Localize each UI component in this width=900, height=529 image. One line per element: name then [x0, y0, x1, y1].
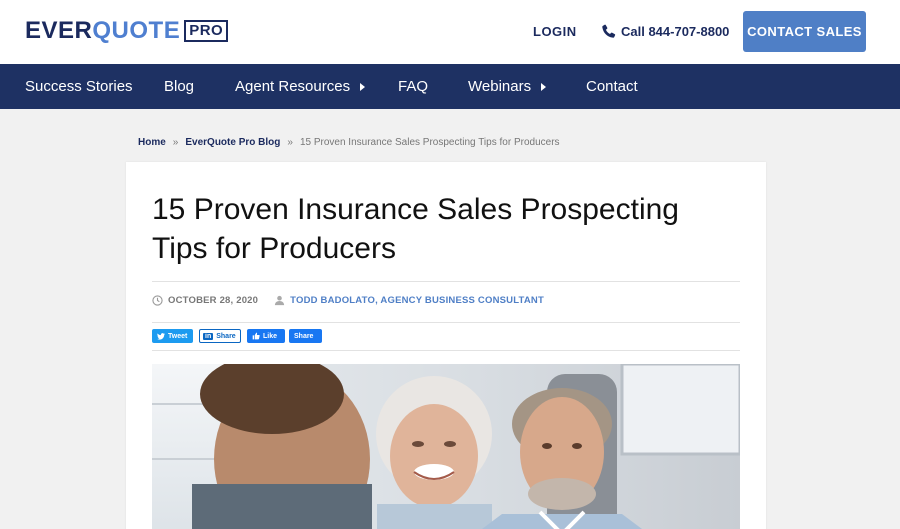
- linkedin-share-label: Share: [216, 332, 236, 340]
- logo-pro-badge: PRO: [184, 20, 229, 42]
- nav-item-blog[interactable]: Blog: [164, 64, 194, 109]
- linkedin-icon: in: [203, 332, 214, 340]
- breadcrumb: Home » EverQuote Pro Blog » 15 Proven In…: [138, 137, 560, 148]
- facebook-share-label: Share: [294, 332, 314, 340]
- user-icon: [275, 295, 285, 306]
- login-link[interactable]: LOGIN: [533, 24, 577, 39]
- article-hero-image: [152, 364, 740, 529]
- linkedin-share-button[interactable]: in Share: [199, 329, 241, 343]
- nav-label: Contact: [586, 78, 638, 95]
- caret-right-icon: [541, 82, 547, 91]
- nav-label: Webinars: [468, 78, 532, 95]
- nav-label: Agent Resources: [235, 78, 351, 95]
- nav-item-agent-resources[interactable]: Agent Resources: [235, 64, 366, 109]
- logo-text-ever: EVER: [25, 17, 93, 44]
- nav-label: Blog: [164, 78, 195, 95]
- divider: [152, 322, 740, 323]
- breadcrumb-separator: »: [287, 137, 293, 148]
- divider: [152, 281, 740, 282]
- facebook-share-button[interactable]: Share: [289, 329, 322, 343]
- hero-photo-people: [152, 364, 740, 529]
- article-author[interactable]: TODD BADOLATO, AGENCY BUSINESS CONSULTAN…: [290, 295, 544, 306]
- nav-item-webinars[interactable]: Webinars: [468, 64, 547, 109]
- main-nav: Success Stories Blog Agent Resources FAQ…: [0, 64, 900, 109]
- nav-item-contact[interactable]: Contact: [586, 64, 638, 109]
- article-card: 15 Proven Insurance Sales Prospecting Ti…: [126, 162, 766, 529]
- twitter-bird-icon: [157, 332, 165, 340]
- facebook-like-label: Like: [263, 332, 278, 340]
- divider: [152, 350, 740, 351]
- nav-item-success-stories[interactable]: Success Stories: [25, 64, 133, 109]
- tweet-button[interactable]: Tweet: [152, 329, 193, 343]
- breadcrumb-separator: »: [172, 137, 179, 148]
- phone-number: Call 844-707-8800: [621, 24, 730, 39]
- facebook-like-button[interactable]: Like: [247, 329, 285, 343]
- phone-icon: [602, 24, 616, 38]
- logo-text-quote: QUOTE: [92, 17, 181, 44]
- thumbs-up-icon: [252, 332, 260, 340]
- breadcrumb-home[interactable]: Home: [138, 137, 166, 148]
- article-date: OCTOBER 28, 2020: [168, 295, 259, 306]
- tweet-label: Tweet: [168, 332, 188, 340]
- phone-link[interactable]: Call 844-707-8800: [600, 23, 729, 40]
- share-bar: Tweet in Share Like Share: [152, 329, 328, 343]
- site-header: EVER QUOTE PRO LOGIN Call 844-707-8800 C…: [0, 0, 900, 64]
- everquote-pro-logo[interactable]: EVER QUOTE PRO: [25, 17, 229, 45]
- breadcrumb-current: 15 Proven Insurance Sales Prospecting Ti…: [299, 137, 560, 148]
- article-meta: OCTOBER 28, 2020 TODD BADOLATO, AGENCY B…: [152, 295, 544, 306]
- nav-item-faq[interactable]: FAQ: [398, 64, 428, 109]
- nav-label: FAQ: [398, 78, 429, 95]
- article-title: 15 Proven Insurance Sales Prospecting Ti…: [152, 193, 679, 265]
- contact-sales-button[interactable]: CONTACT SALES: [743, 11, 866, 52]
- caret-right-icon: [360, 82, 366, 91]
- nav-label: Success Stories: [25, 78, 133, 95]
- breadcrumb-blog[interactable]: EverQuote Pro Blog: [185, 137, 280, 148]
- clock-icon: [152, 295, 163, 306]
